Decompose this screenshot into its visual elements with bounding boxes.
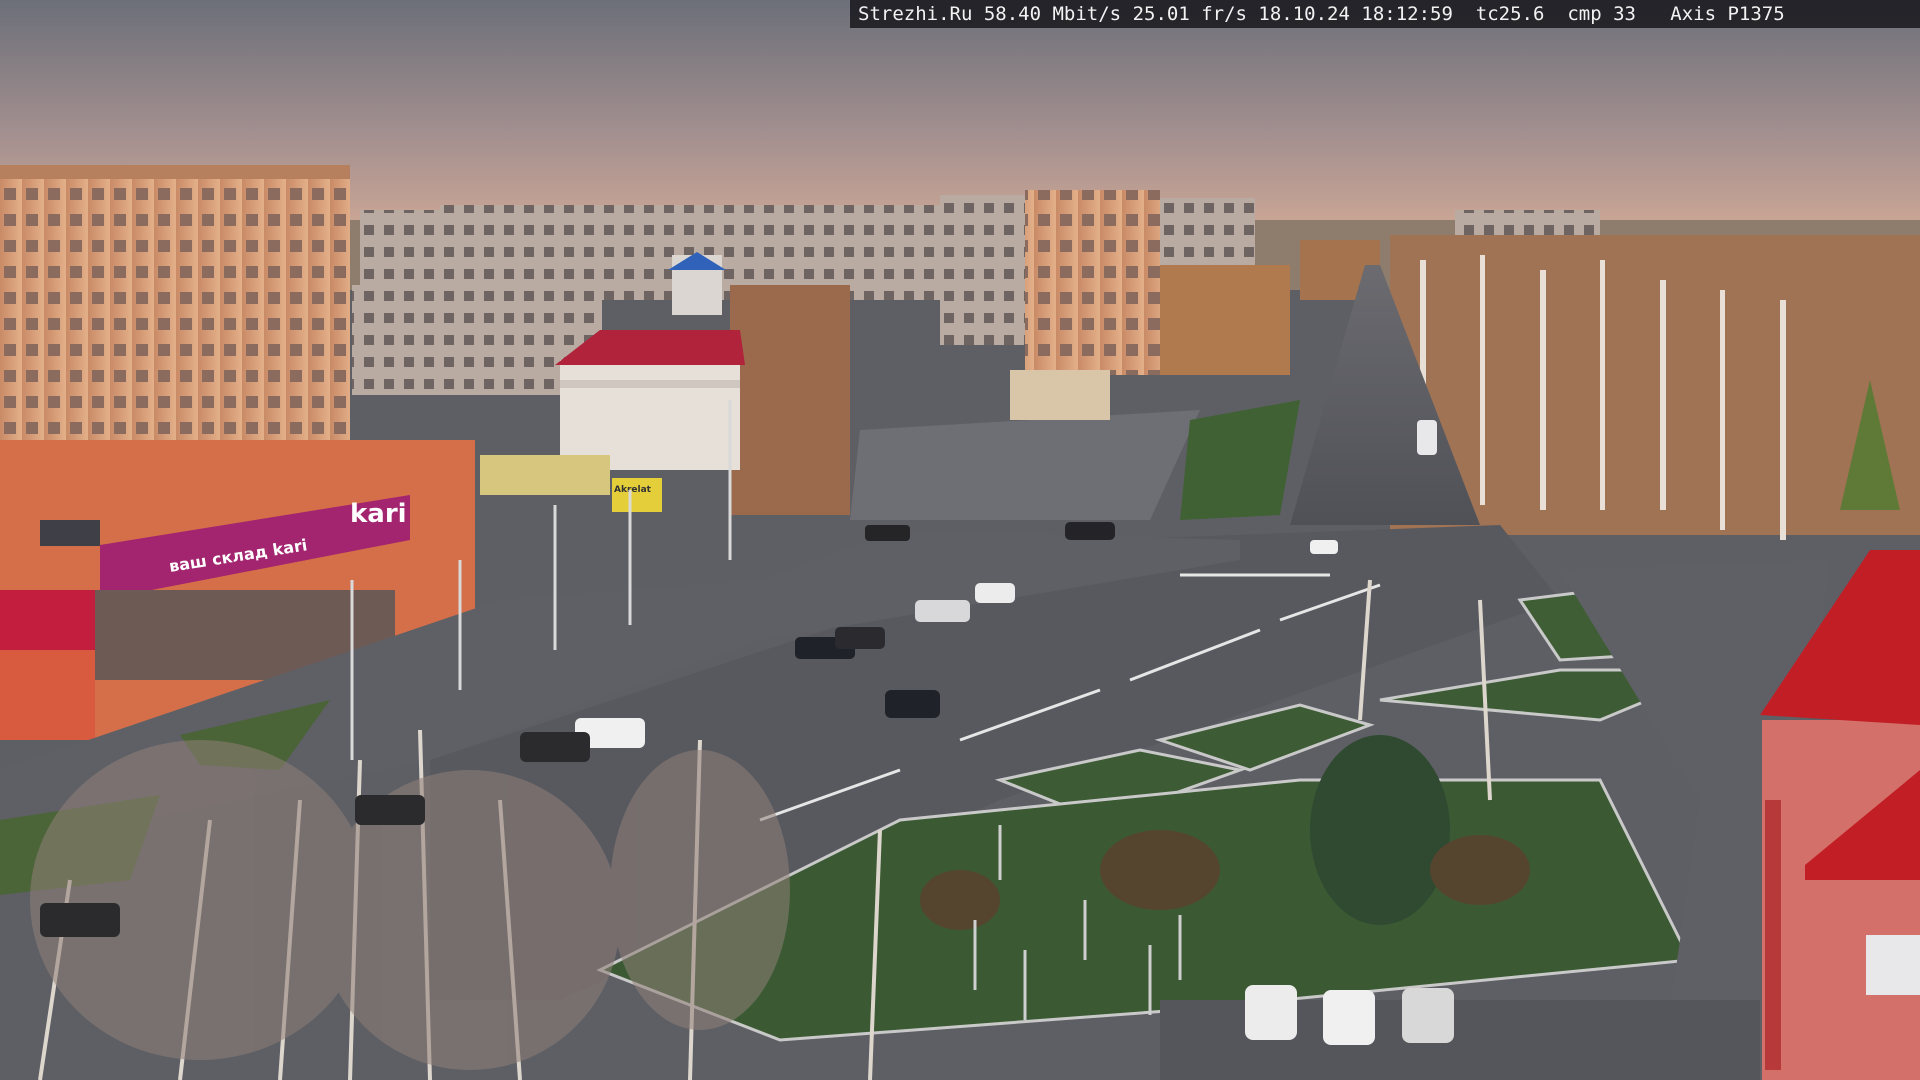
overlay-tc: tc25.6 <box>1475 3 1545 25</box>
overlay-time: 18:12:59 <box>1361 3 1453 25</box>
overlay-fps: 25.01 fr/s <box>1132 3 1247 25</box>
kari-sign: kari <box>350 499 407 529</box>
overlay-date: 18.10.24 <box>1258 3 1350 25</box>
billboard-text: Akrelat <box>614 485 652 495</box>
overlay-model: Axis P1375 <box>1670 3 1785 25</box>
city-street-scene: kari ваш склад kari Akrelat <box>0 0 1920 1080</box>
webcam-frame: kari ваш склад kari Akrelat Strezhi.Ru 5… <box>0 0 1920 1080</box>
red-roof-building <box>555 330 745 470</box>
plaza-building <box>1010 370 1110 420</box>
overlay-site: Strezhi.Ru <box>858 3 973 25</box>
foreground-tree-canopy <box>30 740 790 1070</box>
birch-forest-right <box>1390 235 1920 540</box>
billboard <box>612 478 662 512</box>
parked-cars-bottom <box>1245 985 1454 1045</box>
overlay-cmp: cmp 33 <box>1567 3 1636 25</box>
evergreen-tree <box>1310 735 1450 925</box>
overlay-bitrate: 58.40 Mbit/s <box>983 3 1122 25</box>
kiosk <box>480 455 610 495</box>
camera-overlay-bar: Strezhi.Ru 58.40 Mbit/s 25.01 fr/s 18.10… <box>850 0 1920 28</box>
